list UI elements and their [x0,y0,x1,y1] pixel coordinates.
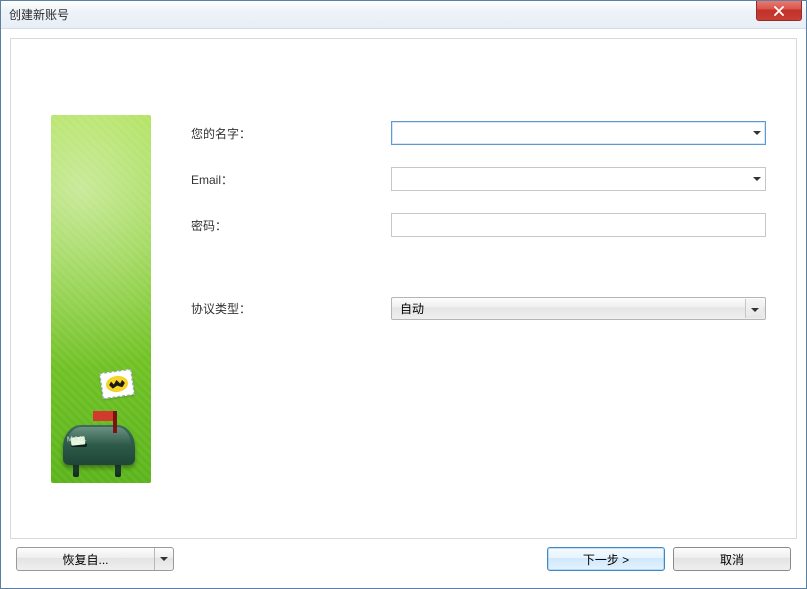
cancel-button[interactable]: 取消 [673,547,791,571]
chevron-down-icon [160,557,168,562]
name-input[interactable] [392,122,748,144]
close-button[interactable] [756,1,802,21]
restore-label: 恢复自... [62,551,108,568]
protocol-selected-value: 自动 [400,300,424,317]
restore-button-main[interactable]: 恢复自... [17,548,155,570]
name-dropdown-button[interactable] [748,122,765,144]
protocol-dropdown-button[interactable] [745,299,763,318]
row-protocol: 协议类型： 自动 [191,297,766,320]
restore-split-button[interactable]: 恢复自... [16,547,174,571]
protocol-select[interactable]: 自动 [391,297,766,320]
email-input[interactable] [392,168,748,190]
next-label: 下一步 > [583,551,629,568]
chevron-down-icon [753,131,761,136]
client-area: MAIL 您的名字： [1,29,806,588]
label-password: 密码： [191,217,391,234]
titlebar: 创建新账号 [1,1,806,29]
chevron-down-icon [753,177,761,182]
mailbox-label: MAIL [67,436,88,444]
row-email: Email： [191,167,766,191]
name-combo[interactable] [391,121,766,145]
footer: 恢复自... 下一步 > 取消 [10,539,797,579]
mailbox-icon: MAIL [57,397,145,477]
chevron-down-icon [751,302,759,316]
form: 您的名字： Email： [191,121,766,342]
content-panel: MAIL 您的名字： [10,38,797,539]
row-name: 您的名字： [191,121,766,145]
next-button[interactable]: 下一步 > [547,547,665,571]
email-dropdown-button[interactable] [748,168,765,190]
illustration: MAIL [51,115,151,483]
stamp-icon [99,369,134,399]
close-icon [773,6,785,16]
password-input[interactable] [391,213,766,237]
restore-dropdown-button[interactable] [155,548,173,570]
email-combo[interactable] [391,167,766,191]
dialog-window: 创建新账号 MAIL [0,0,807,589]
window-title: 创建新账号 [9,6,69,23]
cancel-label: 取消 [720,551,744,568]
label-protocol: 协议类型： [191,300,391,317]
label-name: 您的名字： [191,125,391,142]
row-password: 密码： [191,213,766,237]
label-email: Email： [191,171,391,188]
